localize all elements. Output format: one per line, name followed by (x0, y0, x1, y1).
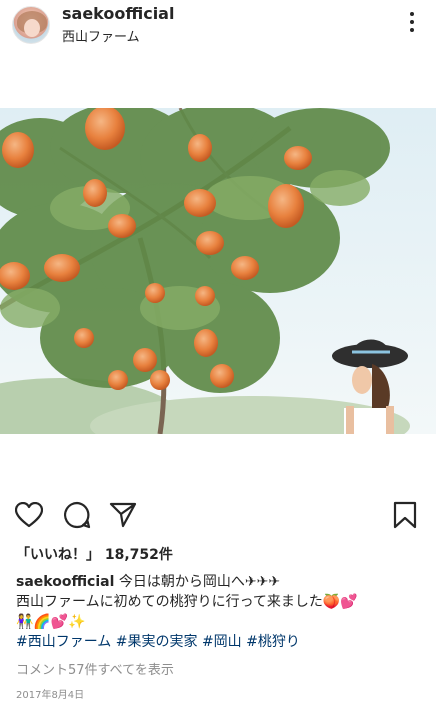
post-header: saekoofficial 西山ファーム (0, 0, 436, 52)
bookmark-icon[interactable] (390, 500, 420, 530)
post-image[interactable] (0, 108, 436, 434)
post-username[interactable]: saekoofficial (62, 4, 174, 23)
view-comments-link[interactable]: コメント57件すべてを表示 (16, 659, 174, 678)
paper-plane-icon[interactable] (108, 500, 138, 530)
post-location[interactable]: 西山ファーム (62, 26, 140, 45)
hashtag[interactable]: #西山ファーム (16, 634, 111, 650)
likes-count[interactable]: 「いいね！」 18,752件 (16, 544, 173, 564)
hashtag-line: #西山ファーム #果実の実家 #岡山 #桃狩り (16, 632, 426, 652)
hashtag[interactable]: #桃狩り (246, 634, 300, 650)
caption-text-1: 今日は朝から岡山へ✈✈✈ (118, 574, 281, 590)
likes-label: 「いいね！」 (16, 547, 100, 563)
post-caption: saekoofficial 今日は朝から岡山へ✈✈✈ 西山ファームに初めての桃狩… (16, 572, 426, 652)
action-bar (0, 500, 436, 534)
caption-line-3: 👫🌈💕✨ (16, 614, 86, 630)
likes-number: 18,752件 (104, 547, 173, 563)
hashtag[interactable]: #岡山 (202, 634, 242, 650)
heart-icon[interactable] (14, 500, 44, 530)
caption-line-1: saekoofficial 今日は朝から岡山へ✈✈✈ (16, 572, 426, 592)
more-options-icon[interactable] (402, 10, 422, 34)
comment-icon[interactable] (62, 500, 92, 530)
caption-line-2: 西山ファームに初めての桃狩りに行って来ました🍑💕 (16, 594, 358, 610)
avatar[interactable] (12, 6, 50, 44)
caption-username[interactable]: saekoofficial (16, 574, 114, 590)
hashtag[interactable]: #果実の実家 (116, 634, 198, 650)
post-date: 2017年8月4日 (16, 690, 85, 701)
